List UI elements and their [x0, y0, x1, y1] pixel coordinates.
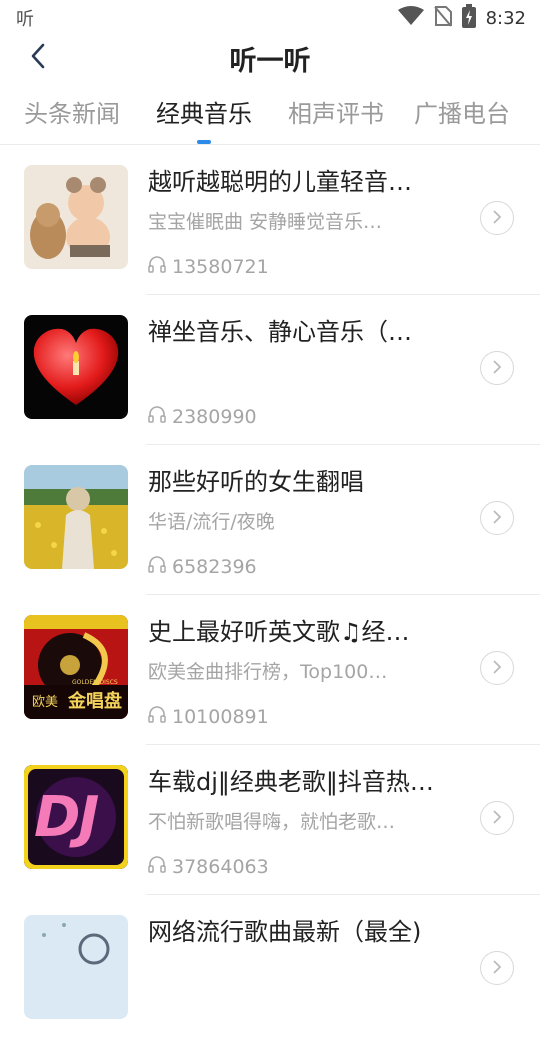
- title-bar: 听一听: [0, 36, 540, 80]
- open-item-button[interactable]: [480, 351, 514, 385]
- cover-text-right: 金唱盘: [68, 691, 122, 712]
- chevron-right-icon: [492, 809, 502, 828]
- list-item[interactable]: DJ 车载dj‖经典老歌‖抖音热… 不怕新歌唱得嗨，就怕老歌… 37864063: [0, 745, 540, 895]
- list-item[interactable]: 越听越聪明的儿童轻音… 宝宝催眠曲 安静睡觉音乐… 13580721: [0, 145, 540, 295]
- cover-text-left: 欧美: [32, 695, 59, 710]
- headphones-icon: [148, 705, 166, 728]
- listen-count-value: 13580721: [172, 255, 269, 278]
- listen-count-value: 37864063: [172, 855, 269, 878]
- listen-count-value: 10100891: [172, 705, 269, 728]
- listen-count-value: 2380990: [172, 405, 257, 428]
- tab-label: 相声评书: [288, 100, 384, 128]
- album-cover-flower-field: [24, 465, 128, 569]
- item-subtitle: 华语/流行/夜晚: [148, 511, 275, 533]
- album-cover-baby: [24, 165, 128, 269]
- listen-count: 10100891: [148, 705, 269, 728]
- status-icons: 8:32: [397, 4, 526, 32]
- tab-headline-news[interactable]: 头条新闻: [24, 88, 120, 144]
- category-tabs: 头条新闻 经典音乐 相声评书 广播电台: [0, 88, 540, 145]
- item-subtitle: 欧美金曲排行榜，Top100…: [148, 661, 388, 683]
- headphones-icon: [148, 855, 166, 878]
- item-title: 车载dj‖经典老歌‖抖音热…: [148, 768, 434, 796]
- headphones-icon: [148, 555, 166, 578]
- tab-crosstalk-storytelling[interactable]: 相声评书: [288, 88, 384, 144]
- back-button[interactable]: [22, 42, 54, 74]
- open-item-button[interactable]: [480, 951, 514, 985]
- status-app-label: 听: [16, 9, 34, 30]
- headphones-icon: [148, 405, 166, 428]
- chevron-right-icon: [492, 959, 502, 978]
- status-time: 8:32: [485, 7, 526, 29]
- listen-count: 2380990: [148, 405, 257, 428]
- album-cover-dj: DJ: [24, 765, 128, 869]
- tab-label: 头条新闻: [24, 100, 120, 128]
- tab-label: 经典音乐: [156, 100, 252, 128]
- listen-count: 37864063: [148, 855, 269, 878]
- cover-text-dj: DJ: [34, 785, 99, 850]
- chevron-right-icon: [492, 209, 502, 228]
- chevron-right-icon: [492, 509, 502, 528]
- list-item[interactable]: 欧美 金唱盘 GOLDEN DISCS 史上最好听英文歌♫经… 欧美金曲排行榜，…: [0, 595, 540, 745]
- album-cover-heart: [24, 315, 128, 419]
- item-title: 越听越聪明的儿童轻音…: [148, 168, 412, 196]
- item-subtitle: 不怕新歌唱得嗨，就怕老歌…: [148, 811, 396, 833]
- open-item-button[interactable]: [480, 201, 514, 235]
- item-title: 网络流行歌曲最新（最全): [148, 918, 422, 946]
- status-bar: 听 8:32: [0, 0, 540, 36]
- open-item-button[interactable]: [480, 651, 514, 685]
- page-title: 听一听: [229, 45, 311, 77]
- list-item[interactable]: 网络流行歌曲最新（最全): [0, 895, 540, 1045]
- list-item[interactable]: 禅坐音乐、静心音乐（… 2380990: [0, 295, 540, 445]
- no-sim-icon: [433, 5, 452, 31]
- chevron-right-icon: [492, 659, 502, 678]
- open-item-button[interactable]: [480, 801, 514, 835]
- album-list: 越听越聪明的儿童轻音… 宝宝催眠曲 安静睡觉音乐… 13580721 禅坐音乐、…: [0, 145, 540, 1045]
- chevron-right-icon: [492, 359, 502, 378]
- tab-radio-station[interactable]: 广播电台: [414, 88, 510, 144]
- listen-count-value: 6582396: [172, 555, 257, 578]
- listen-count: 6582396: [148, 555, 257, 578]
- album-cover-golden-discs: 欧美 金唱盘 GOLDEN DISCS: [24, 615, 128, 719]
- item-title: 那些好听的女生翻唱: [148, 468, 364, 496]
- tab-classic-music[interactable]: 经典音乐: [150, 88, 258, 144]
- wifi-icon: [397, 6, 424, 30]
- album-cover-pop: [24, 915, 128, 1019]
- tab-label: 广播电台: [414, 100, 510, 128]
- cover-text-small: GOLDEN DISCS: [72, 679, 118, 686]
- list-item[interactable]: 那些好听的女生翻唱 华语/流行/夜晚 6582396: [0, 445, 540, 595]
- listen-count: 13580721: [148, 255, 269, 278]
- headphones-icon: [148, 255, 166, 278]
- chevron-left-icon: [30, 43, 46, 73]
- open-item-button[interactable]: [480, 501, 514, 535]
- tab-active-indicator: [197, 140, 211, 144]
- item-title: 禅坐音乐、静心音乐（…: [148, 318, 412, 346]
- item-subtitle: 宝宝催眠曲 安静睡觉音乐…: [148, 211, 383, 233]
- battery-charging-icon: [461, 4, 476, 32]
- item-title: 史上最好听英文歌♫经…: [148, 618, 410, 646]
